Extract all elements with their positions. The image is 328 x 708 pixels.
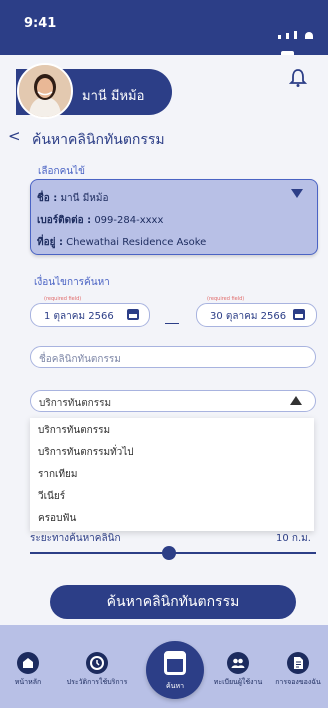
nav-search-label: ค้นหา	[165, 682, 184, 690]
history-icon	[86, 652, 108, 674]
clinic-name-input[interactable]: ชื่อคลินิกทันตกรรม	[30, 346, 316, 368]
name-label: ชื่อ :	[37, 193, 58, 204]
distance-value: 10 ก.ม.	[276, 533, 311, 544]
nav-history[interactable]: ประวัติการใช้บริการ	[62, 652, 132, 688]
address-label: ที่อยู่ :	[37, 237, 63, 248]
nav-home-label: หน้าหลัก	[14, 678, 42, 686]
status-bar: 9:41	[0, 0, 328, 58]
phone-value: 099-284-xxxx	[94, 215, 164, 226]
patient-select-card[interactable]: ชื่อ : มานี มีหม้อ เบอร์ติดต่อ : 099-284…	[30, 179, 318, 255]
service-option[interactable]: รากเทียม	[38, 467, 78, 482]
nav-booking-label: การจองของฉัน	[275, 678, 321, 686]
distance-label: ระยะทางค้นหาคลินิก	[30, 533, 121, 544]
avatar[interactable]	[17, 63, 73, 119]
calendar-icon	[164, 651, 186, 675]
page-title: ค้นหาคลินิกทันตกรรม	[32, 132, 165, 148]
service-option[interactable]: ครอบฟัน	[38, 511, 76, 526]
service-selected-value: บริการทันตกรรม	[39, 398, 112, 409]
required-note-end: (required field)	[207, 296, 245, 302]
date-range-separator	[165, 323, 179, 324]
nav-register[interactable]: ทะเบียนผู้ใช้งาน	[210, 652, 266, 688]
required-note-start: (required field)	[44, 296, 82, 302]
nav-history-label: ประวัติการใช้บริการ	[66, 678, 128, 686]
search-conditions-label: เงื่อนไขการค้นหา	[34, 277, 110, 288]
nav-register-label: ทะเบียนผู้ใช้งาน	[213, 678, 263, 686]
name-value: มานี มีหม้อ	[60, 193, 109, 204]
patient-section-label: เลือกคนไข้	[38, 166, 85, 177]
nav-booking[interactable]: การจองของฉัน	[270, 652, 326, 688]
service-option[interactable]: บริการทันตกรรม	[38, 423, 110, 438]
calendar-icon	[293, 309, 305, 320]
address-value: Chewathai Residence Asoke	[66, 237, 207, 248]
dropdown-arrow-icon[interactable]	[291, 189, 303, 198]
start-date-field[interactable]: 1 ตุลาคม 2566	[30, 303, 150, 327]
notification-bell-icon[interactable]	[289, 68, 307, 88]
chevron-up-icon[interactable]	[290, 396, 302, 405]
service-option[interactable]: วีเนียร์	[38, 489, 65, 504]
status-time: 9:41	[24, 16, 57, 31]
service-select[interactable]: บริการทันตกรรม	[30, 390, 316, 412]
document-icon	[287, 652, 309, 674]
service-option[interactable]: บริการทันตกรรมทั่วไป	[38, 445, 134, 460]
service-dropdown-list: บริการทันตกรรม บริการทันตกรรมทั่วไป รากเ…	[30, 418, 314, 531]
nav-search[interactable]: ค้นหา	[146, 641, 204, 699]
end-date-value: 30 ตุลาคม 2566	[210, 311, 287, 322]
profile-name: มานี มีหม้อ	[82, 89, 145, 104]
users-icon	[227, 652, 249, 674]
nav-home[interactable]: หน้าหลัก	[6, 652, 50, 688]
start-date-value: 1 ตุลาคม 2566	[44, 311, 114, 322]
home-icon	[17, 652, 39, 674]
back-button[interactable]: <	[8, 127, 21, 145]
calendar-icon	[127, 309, 139, 320]
distance-slider-thumb[interactable]	[162, 546, 176, 560]
phone-label: เบอร์ติดต่อ :	[37, 215, 92, 226]
end-date-field[interactable]: 30 ตุลาคม 2566	[196, 303, 317, 327]
clinic-name-placeholder: ชื่อคลินิกทันตกรรม	[39, 354, 121, 365]
status-icons	[278, 20, 320, 58]
search-clinic-button[interactable]: ค้นหาคลินิกทันตกรรม	[50, 585, 296, 619]
